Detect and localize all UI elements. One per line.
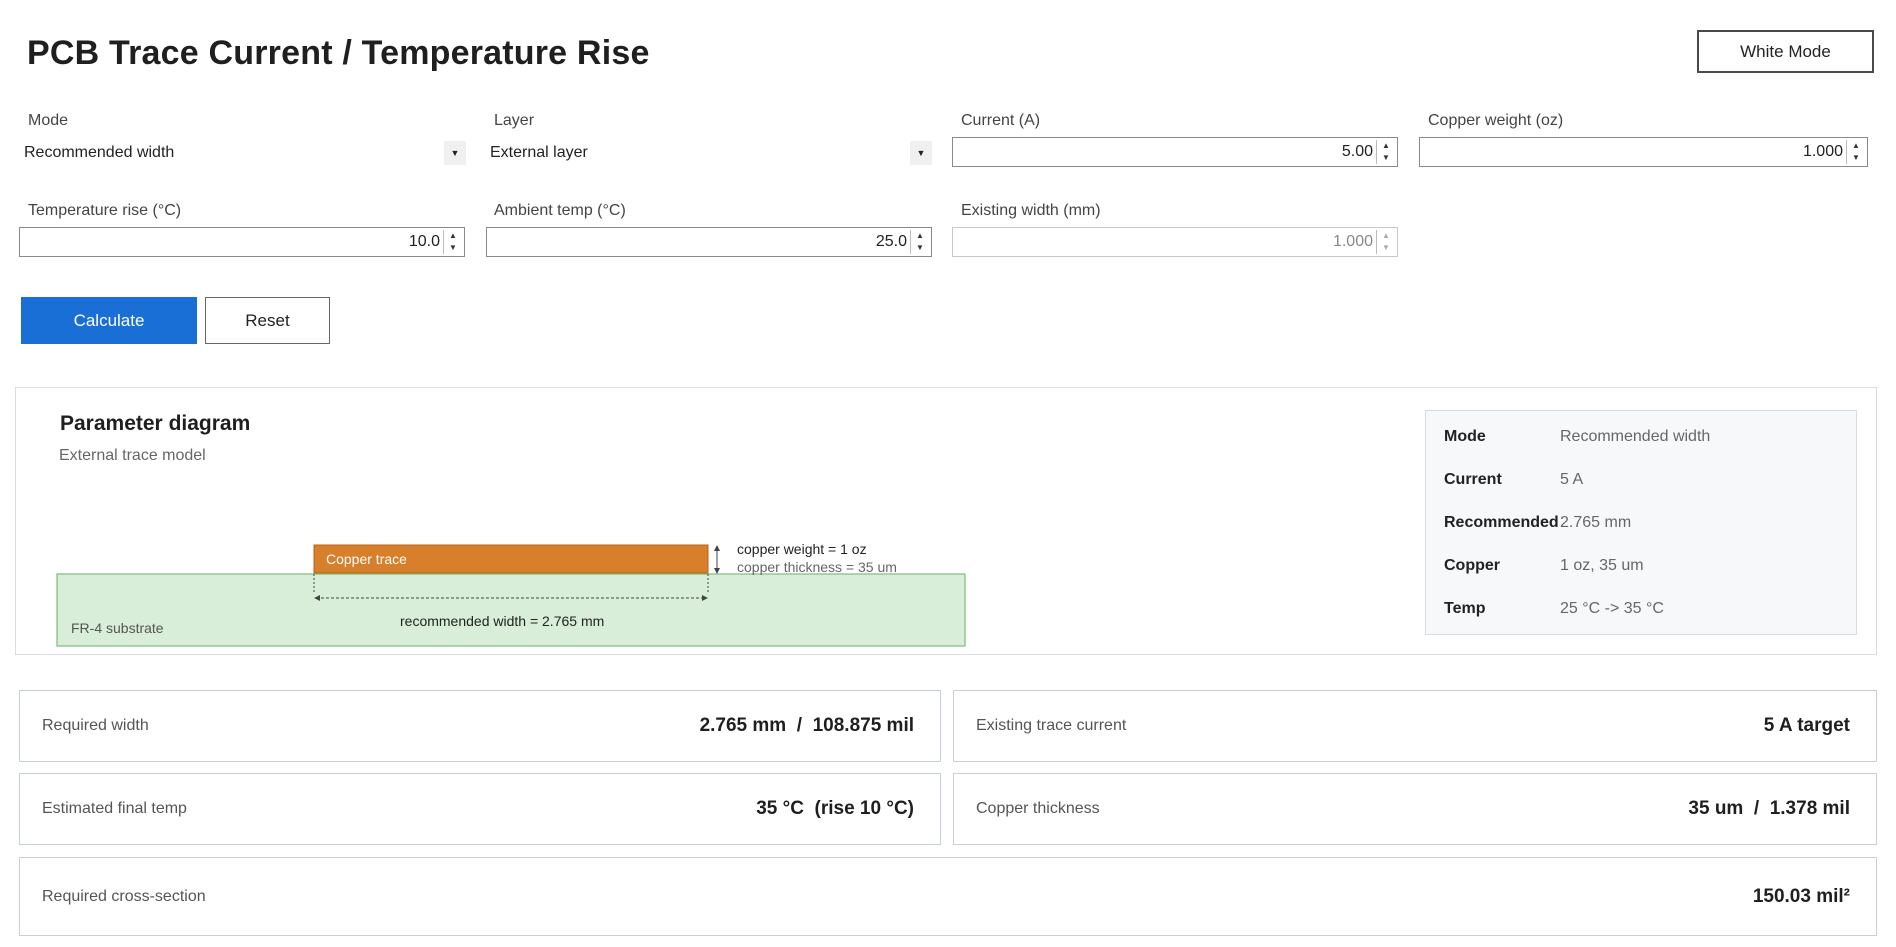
weight-note: copper weight = 1 oz: [737, 541, 867, 557]
substrate-label: FR-4 substrate: [71, 620, 164, 636]
result-value: 2.765 mm / 108.875 mil: [699, 715, 914, 736]
result-value: 150.03 mil²: [1752, 885, 1850, 907]
result-required-width: Required width 2.765 mm / 108.875 mil: [19, 690, 941, 762]
layer-label: Layer: [494, 112, 535, 129]
summary-value: 2.765 mm: [1560, 514, 1632, 531]
current-stepper[interactable]: ▲ ▼: [1376, 140, 1395, 164]
stepper-up-icon[interactable]: ▲: [1377, 230, 1395, 242]
arrow-up-icon: [714, 545, 720, 551]
copper-trace-label: Copper trace: [326, 551, 407, 567]
temp-rise-label: Temperature rise (°C): [28, 202, 182, 219]
result-label: Copper thickness: [976, 800, 1100, 817]
result-label: Existing trace current: [976, 717, 1127, 734]
summary-value: 5 A: [1560, 471, 1584, 488]
summary-key: Mode: [1444, 428, 1486, 445]
summary-key: Temp: [1444, 600, 1486, 617]
reset-button[interactable]: Reset: [205, 297, 330, 344]
copper-weight-input[interactable]: 1.000 ▲ ▼: [1419, 137, 1868, 167]
summary-row: Copper 1 oz, 35 um: [1444, 557, 1644, 575]
result-label: Required cross-section: [42, 887, 206, 905]
summary-value: Recommended width: [1560, 428, 1711, 445]
summary-key: Copper: [1444, 557, 1500, 574]
stepper-up-icon[interactable]: ▲: [1847, 140, 1865, 152]
existing-width-input[interactable]: 1.000 ▲ ▼: [952, 227, 1398, 257]
stepper-up-icon[interactable]: ▲: [911, 230, 929, 242]
temp-rise-value: 10.0: [408, 233, 440, 250]
temp-rise-stepper[interactable]: ▲ ▼: [443, 230, 462, 254]
summary-row: Temp 25 °C -> 35 °C: [1444, 600, 1664, 618]
stepper-down-icon[interactable]: ▼: [1377, 152, 1395, 164]
existing-width-label: Existing width (mm): [961, 202, 1101, 219]
result-cross-section: Required cross-section 150.03 mil²: [19, 857, 1877, 936]
summary-box: Mode Recommended width Current 5 A Recomme…: [1425, 410, 1857, 635]
mode-select[interactable]: Recommended width ▼: [24, 138, 466, 168]
current-input[interactable]: 5.00 ▲ ▼: [952, 137, 1398, 167]
thickness-note: copper thickness = 35 um: [737, 559, 897, 575]
summary-value: 25 °C -> 35 °C: [1560, 600, 1664, 617]
stepper-down-icon[interactable]: ▼: [1377, 242, 1395, 254]
parameter-diagram-panel: Parameter diagram External trace model C…: [15, 387, 1877, 655]
stepper-up-icon[interactable]: ▲: [1377, 140, 1395, 152]
result-label: Required width: [42, 717, 149, 734]
stepper-up-icon[interactable]: ▲: [444, 230, 462, 242]
page-title: PCB Trace Current / Temperature Rise: [27, 34, 650, 72]
width-note: recommended width = 2.765 mm: [400, 613, 604, 629]
layer-select-value: External layer: [490, 144, 588, 161]
chevron-down-icon: ▼: [444, 141, 466, 165]
summary-value: 1 oz, 35 um: [1560, 557, 1644, 574]
stepper-down-icon[interactable]: ▼: [1847, 152, 1865, 164]
chevron-down-icon: ▼: [910, 141, 932, 165]
existing-width-value: 1.000: [1332, 233, 1373, 250]
summary-row: Mode Recommended width: [1444, 428, 1710, 446]
copper-weight-value: 1.000: [1802, 143, 1843, 160]
copper-weight-stepper[interactable]: ▲ ▼: [1846, 140, 1865, 164]
summary-key: Recommended: [1444, 514, 1559, 531]
arrow-down-icon: [714, 568, 720, 574]
trace-diagram: Copper trace recommended width = 2.765 m…: [56, 541, 966, 647]
current-value: 5.00: [1341, 143, 1373, 160]
layer-select[interactable]: External layer ▼: [490, 138, 932, 168]
summary-row: Current 5 A: [1444, 471, 1583, 489]
summary-row: Recommended 2.765 mm: [1444, 514, 1631, 532]
result-value: 35 °C (rise 10 °C): [756, 798, 914, 819]
mode-select-value: Recommended width: [24, 144, 175, 161]
result-label: Estimated final temp: [42, 800, 187, 817]
substrate-rect: [56, 573, 966, 647]
theme-toggle-button[interactable]: White Mode: [1697, 30, 1874, 73]
result-copper-thickness: Copper thickness 35 um / 1.378 mil: [953, 773, 1877, 845]
existing-width-stepper[interactable]: ▲ ▼: [1376, 230, 1395, 254]
result-existing-current: Existing trace current 5 A target: [953, 690, 1877, 762]
summary-key: Current: [1444, 471, 1502, 488]
result-value: 5 A target: [1763, 715, 1850, 736]
current-label: Current (A): [961, 112, 1041, 129]
calculate-button[interactable]: Calculate: [21, 297, 197, 344]
ambient-label: Ambient temp (°C): [494, 202, 626, 219]
mode-label: Mode: [28, 112, 69, 129]
temp-rise-input[interactable]: 10.0 ▲ ▼: [19, 227, 465, 257]
stepper-down-icon[interactable]: ▼: [444, 242, 462, 254]
copper-weight-label: Copper weight (oz): [1428, 112, 1564, 129]
ambient-stepper[interactable]: ▲ ▼: [910, 230, 929, 254]
ambient-input[interactable]: 25.0 ▲ ▼: [486, 227, 932, 257]
stepper-down-icon[interactable]: ▼: [911, 242, 929, 254]
result-value: 35 um / 1.378 mil: [1688, 798, 1850, 819]
ambient-value: 25.0: [875, 233, 907, 250]
result-final-temp: Estimated final temp 35 °C (rise 10 °C): [19, 773, 941, 845]
